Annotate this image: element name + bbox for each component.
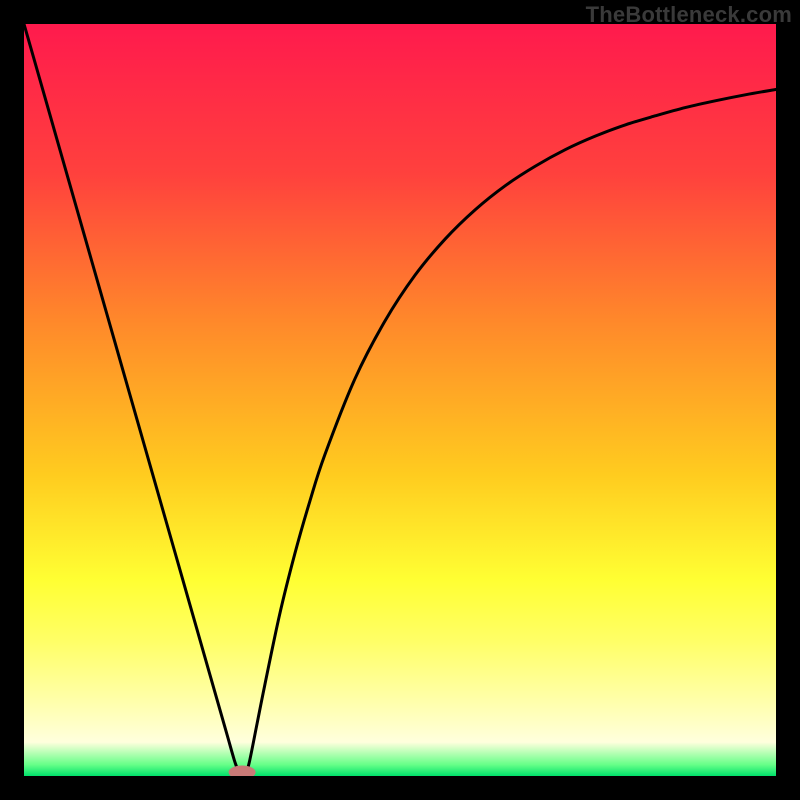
chart-plot-area xyxy=(24,24,776,776)
chart-svg xyxy=(24,24,776,776)
chart-background xyxy=(24,24,776,776)
chart-frame: TheBottleneck.com xyxy=(0,0,800,800)
